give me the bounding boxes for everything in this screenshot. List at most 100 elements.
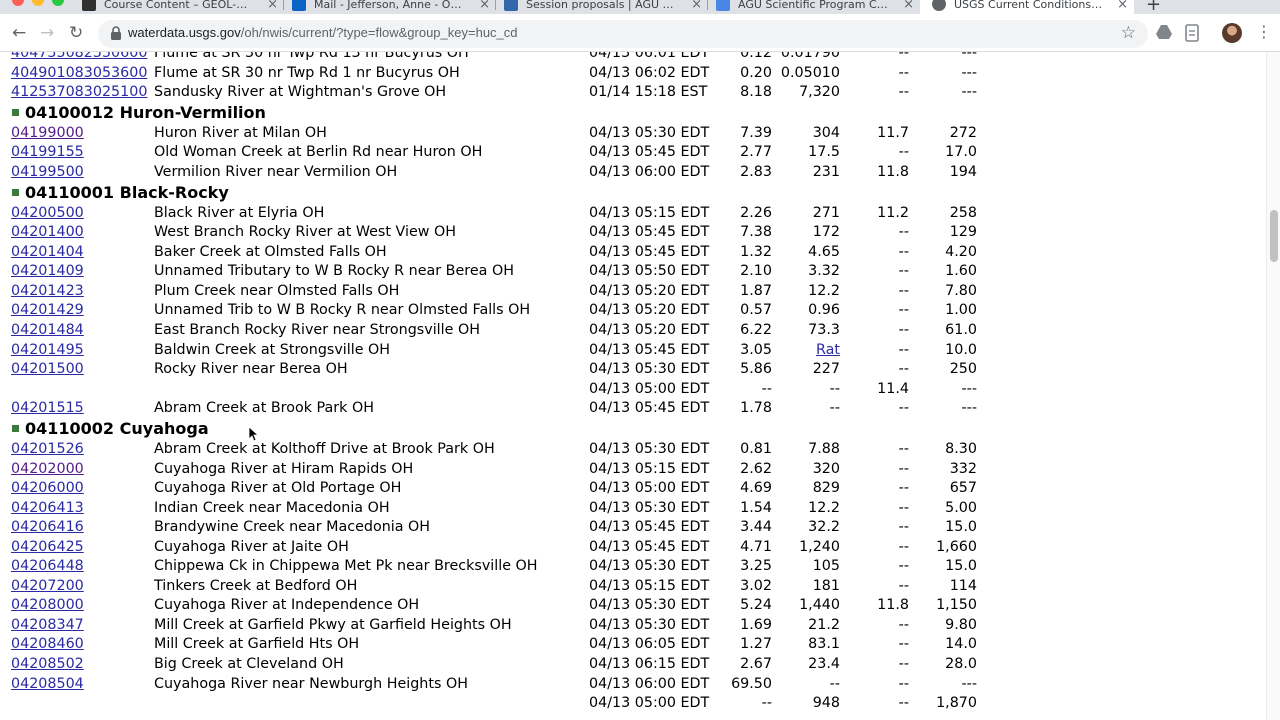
more-menu-icon[interactable]: ⋮ — [1256, 22, 1272, 41]
site-number-link[interactable]: 04206000 — [11, 478, 84, 498]
station-name: Cuyahoga River at Old Portage OH — [154, 480, 402, 497]
date-time: 04/13 06:02 EDT — [589, 64, 710, 81]
site-number-link[interactable]: 04200500 — [11, 203, 84, 223]
gage-height: 0.57 — [740, 302, 772, 319]
tab-title: USGS Current Conditions for Oh — [954, 0, 1104, 11]
document-extension-icon[interactable] — [1184, 24, 1200, 42]
gage-height: 3.02 — [740, 577, 772, 594]
tab-course-content[interactable]: Course Content – GEOL-42065- × — [82, 0, 278, 14]
discharge-value: 12.2 — [808, 499, 840, 516]
bookmark-star-icon[interactable]: ☆ — [1121, 23, 1136, 43]
tab-title: Session proposals | AGU Fall Me — [526, 0, 678, 11]
date-time: 04/13 06:01 EDT — [589, 52, 710, 61]
site-number-link[interactable]: 04201515 — [11, 398, 84, 418]
median-discharge: 272 — [949, 124, 977, 141]
date-time: 04/13 05:30 EDT — [589, 361, 710, 378]
site-number-link[interactable]: 04201500 — [11, 359, 84, 379]
site-number-link[interactable]: 04199155 — [11, 142, 84, 162]
percent-value: -- — [898, 52, 909, 61]
new-tab-button[interactable]: + — [1146, 0, 1161, 14]
tab-usgs-current-conditions[interactable]: USGS Current Conditions for Oh × — [920, 0, 1134, 14]
site-number-link[interactable]: 412537083025100 — [11, 82, 147, 102]
percent-value: 11.4 — [877, 380, 909, 397]
site-number-link[interactable]: 404901083053600 — [11, 63, 147, 83]
forward-icon[interactable]: → — [40, 22, 54, 44]
station-name: Unnamed Trib to W B Rocky R near Olmsted… — [154, 302, 531, 319]
site-number-link[interactable]: 04201409 — [11, 261, 84, 281]
site-number-link[interactable]: 04201423 — [11, 281, 84, 301]
date-time: 04/13 05:50 EDT — [589, 263, 710, 280]
discharge-value: 1,240 — [799, 538, 840, 555]
drive-extension-icon[interactable] — [1155, 24, 1173, 40]
back-icon[interactable]: ← — [12, 22, 26, 44]
site-number-link[interactable]: 04208000 — [11, 595, 84, 615]
station-name: Black River at Elyria OH — [154, 204, 325, 221]
site-number-link[interactable]: 04206413 — [11, 498, 84, 518]
gage-height: 0.20 — [740, 64, 772, 81]
site-number-link[interactable]: 04201495 — [11, 340, 84, 360]
discharge-value: 23.4 — [808, 656, 840, 672]
site-number-link[interactable]: 04208502 — [11, 654, 84, 674]
site-number-link[interactable]: 04206416 — [11, 517, 84, 537]
discharge-value: 304 — [812, 124, 840, 141]
date-time: 04/13 05:30 EDT — [589, 124, 710, 141]
gage-height: 1.54 — [740, 499, 772, 516]
median-discharge: 657 — [949, 480, 977, 497]
gage-height: -- — [761, 695, 772, 712]
discharge-value: 320 — [812, 460, 840, 477]
date-time: 04/13 05:00 EDT — [589, 480, 710, 497]
date-time: 04/13 05:00 EDT — [589, 380, 710, 397]
address-bar[interactable]: waterdata.usgs.gov/oh/nwis/current/?type… — [98, 20, 1148, 48]
close-icon[interactable]: × — [1117, 0, 1128, 12]
gage-height: 3.25 — [740, 558, 772, 575]
close-icon[interactable]: × — [903, 0, 914, 12]
table-row: 04201500 Rocky River near Berea OH 04/13 0… — [0, 359, 1000, 379]
close-icon[interactable]: × — [479, 0, 490, 12]
close-icon[interactable]: × — [267, 0, 278, 12]
site-number-link[interactable]: 04207200 — [11, 576, 84, 596]
site-number-link[interactable]: 04199000 — [11, 123, 84, 143]
site-number-link[interactable]: 04199500 — [11, 162, 84, 182]
window-zoom-button[interactable] — [52, 0, 64, 6]
percent-value: -- — [898, 361, 909, 378]
site-number-link[interactable]: 04201404 — [11, 242, 84, 262]
page-scrollbar[interactable] — [1266, 52, 1280, 720]
site-number-link[interactable]: 04201526 — [11, 439, 84, 459]
close-icon[interactable]: × — [691, 0, 702, 12]
percent-value: -- — [898, 695, 909, 712]
tab-agu-committee[interactable]: AGU Scientific Program Committ × — [716, 0, 914, 14]
site-number-link[interactable]: 04208460 — [11, 634, 84, 654]
station-name: Mill Creek at Garfield Pkwy at Garfield … — [154, 616, 512, 633]
station-name: Plum Creek near Olmsted Falls OH — [154, 282, 400, 299]
site-number-link[interactable]: 04208504 — [11, 674, 84, 694]
site-number-link[interactable]: 04208347 — [11, 615, 84, 635]
site-number-link[interactable]: 04202000 — [11, 459, 84, 479]
table-row: 404755082550600 Flume at SR 30 nr Twp Rd … — [0, 52, 1000, 63]
site-number-link[interactable]: 04206448 — [11, 556, 84, 576]
window-close-button[interactable] — [12, 0, 24, 6]
site-number-link[interactable]: 404755082550600 — [11, 52, 147, 63]
table-row: 04206448 Chippewa Ck in Chippewa Met Pk n… — [0, 556, 1000, 576]
gage-height: 8.18 — [740, 84, 772, 101]
scrollbar-thumb[interactable] — [1270, 210, 1278, 262]
discharge-value: 17.5 — [808, 144, 840, 161]
discharge-value: 12.2 — [808, 282, 840, 299]
site-number-link[interactable]: 04206425 — [11, 537, 84, 557]
table-row: 04201429 Unnamed Trib to W B Rocky R near… — [0, 300, 1000, 320]
tab-session-proposals[interactable]: Session proposals | AGU Fall Me × — [504, 0, 702, 14]
tab-mail[interactable]: Mail - Jefferson, Anne - Outlook × — [292, 0, 490, 14]
gage-height: 3.44 — [740, 519, 772, 536]
window-minimize-button[interactable] — [32, 0, 44, 6]
site-number-link[interactable]: 04201484 — [11, 320, 84, 340]
discharge-value[interactable]: Rat — [816, 340, 840, 360]
date-time: 04/13 06:15 EDT — [589, 656, 710, 672]
station-name: Brandywine Creek near Macedonia OH — [154, 519, 431, 536]
median-discharge: 15.0 — [945, 519, 977, 536]
reload-icon[interactable]: ↻ — [69, 22, 83, 44]
table-row: 04200500 Black River at Elyria OH 04/13 05… — [0, 203, 1000, 223]
url-text[interactable]: waterdata.usgs.gov/oh/nwis/current/?type… — [128, 25, 518, 40]
site-number-link[interactable]: 04201429 — [11, 300, 84, 320]
site-number-link[interactable]: 04201400 — [11, 222, 84, 242]
gage-height: 2.77 — [740, 144, 772, 161]
profile-avatar[interactable] — [1222, 23, 1242, 43]
